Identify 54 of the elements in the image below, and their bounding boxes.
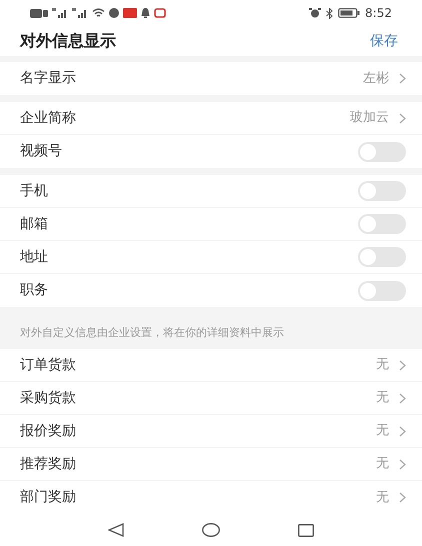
alarm-icon — [309, 8, 322, 18]
row-label: 邮箱 — [20, 214, 48, 234]
row-value: 无 — [376, 389, 389, 408]
bell-icon — [141, 8, 150, 18]
row-label: 推荐奖励 — [20, 454, 76, 474]
row-label: 手机 — [20, 182, 48, 201]
save-button[interactable]: 保存 — [370, 30, 398, 52]
row-label: 名字显示 — [20, 69, 76, 88]
chevron-icon — [399, 73, 406, 84]
settings-row[interactable]: 企业简称 玻加云 — [0, 102, 422, 136]
row-value: 玻加云 — [350, 109, 389, 128]
chevron-icon — [399, 360, 406, 371]
row-label: 订单货款 — [20, 356, 76, 375]
chevron-icon — [399, 492, 406, 504]
settings-row[interactable]: 推荐奖励 无 — [0, 448, 422, 482]
row-value: 无 — [376, 488, 389, 507]
row-label: 职务 — [20, 281, 48, 300]
wifi-icon — [92, 8, 105, 18]
settings-row[interactable]: 订单货款 无 — [0, 349, 422, 382]
row-value: 无 — [376, 422, 389, 440]
bluetooth-icon — [326, 8, 334, 19]
settings-row[interactable]: 采购货款 无 — [0, 382, 422, 416]
settings-row[interactable]: 名字显示 左彬 — [0, 62, 422, 96]
settings-row[interactable]: 报价奖励 无 — [0, 415, 422, 448]
home-icon[interactable] — [202, 523, 220, 538]
chevron-icon — [399, 392, 406, 404]
hd-icon — [30, 8, 48, 18]
toggle-switch[interactable] — [358, 280, 406, 301]
recents-icon[interactable] — [298, 524, 314, 537]
row-label: 报价奖励 — [20, 422, 76, 441]
row-label: 视频号 — [20, 142, 62, 162]
row-value: 无 — [376, 356, 389, 374]
toggle-switch[interactable] — [358, 181, 406, 202]
row-value: 无 — [376, 455, 389, 474]
back-icon[interactable] — [108, 523, 124, 538]
chevron-icon — [399, 112, 406, 124]
settings-row[interactable]: 部门奖励 无 — [0, 481, 422, 514]
chevron-icon — [399, 426, 406, 437]
toggle-switch[interactable] — [358, 214, 406, 234]
section-note: 对外自定义信息由企业设置，将在你的详细资料中展示 — [20, 324, 284, 341]
row-label: 采购货款 — [20, 388, 76, 408]
toggle-switch[interactable] — [358, 247, 406, 268]
message-icon — [154, 8, 166, 18]
chevron-icon — [399, 458, 406, 470]
page-title: 对外信息显示 — [20, 30, 116, 52]
row-label: 部门奖励 — [20, 488, 76, 508]
signal-icon — [72, 8, 88, 18]
toggle-switch[interactable] — [358, 142, 406, 162]
row-label: 地址 — [20, 248, 48, 267]
battery-icon — [338, 8, 360, 18]
row-value: 左彬 — [363, 70, 389, 88]
signal-icon — [52, 8, 68, 18]
status-time: 8:52 — [365, 5, 392, 22]
row-label: 企业简称 — [20, 108, 76, 128]
